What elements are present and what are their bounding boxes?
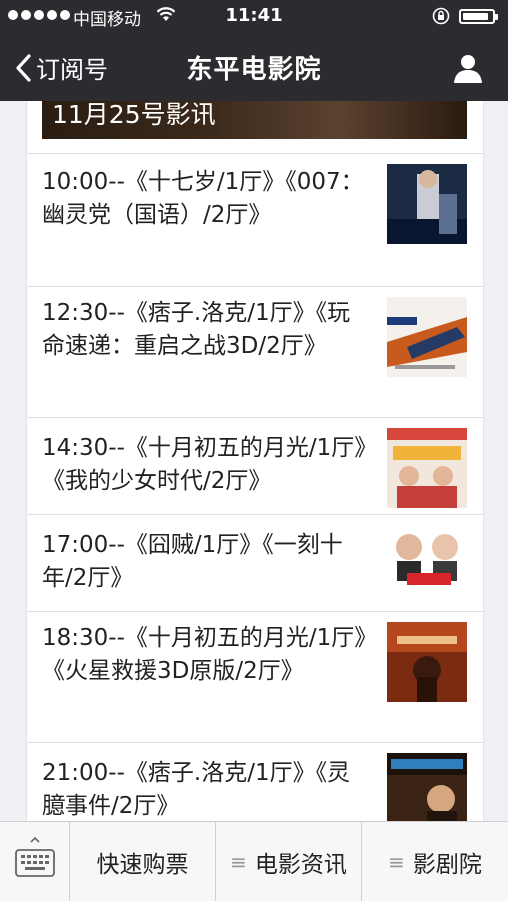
menu-label: 快速购票 — [96, 851, 189, 878]
keyboard-toggle-button[interactable] — [0, 822, 70, 901]
movie-poster-image[interactable] — [387, 753, 467, 821]
bottom-menu: 快速购票 ≡ 电影资讯 ≡ 影剧院 — [0, 821, 508, 901]
schedule-text: 21:00--《痞子.洛克/1厅》《灵臆事件/2厅》 — [42, 760, 351, 819]
rotation-lock-icon — [432, 7, 450, 25]
schedule-text: 18:30--《十月初五的月光/1厅》《火星救援3D原版/2厅》 — [42, 625, 366, 684]
schedule-row: 17:00--《囧贼/1厅》《一刻十年/2厅》 — [27, 514, 483, 612]
menu-label: 电影资讯 — [254, 851, 347, 878]
movie-poster-image[interactable] — [387, 297, 467, 377]
menu-quick-ticket[interactable]: 快速购票 — [70, 822, 216, 901]
submenu-lines-icon: ≡ — [388, 849, 405, 874]
menu-label: 影剧院 — [412, 851, 482, 878]
movie-poster-image[interactable] — [387, 622, 467, 702]
schedule-text: 10:00--《十七岁/1厅》《007：幽灵党（国语）/2厅》 — [42, 169, 364, 228]
submenu-lines-icon: ≡ — [230, 849, 247, 874]
menu-movie-news[interactable]: ≡ 电影资讯 — [216, 822, 362, 901]
battery-level — [463, 13, 489, 20]
keyboard-icon — [15, 836, 55, 877]
menu-theater[interactable]: ≡ 影剧院 — [362, 822, 508, 901]
schedule-text: 12:30--《痞子.洛克/1厅》《玩命速递：重启之战3D/2厅》 — [42, 300, 351, 359]
battery-icon — [459, 9, 498, 24]
banner-title: 11月25号影讯 — [52, 101, 216, 129]
banner-image: 11月25号影讯 — [42, 101, 467, 139]
schedule-row: 12:30--《痞子.洛克/1厅》《玩命速递：重启之战3D/2厅》 — [27, 286, 483, 418]
schedule-row: 18:30--《十月初五的月光/1厅》《火星救援3D原版/2厅》 — [27, 611, 483, 743]
navigation-bar: 订阅号 东平电影院 — [0, 34, 508, 101]
status-bar: 中国移动 11:41 — [0, 0, 508, 34]
movie-poster-image[interactable] — [387, 428, 467, 508]
profile-icon[interactable] — [452, 52, 484, 84]
schedule-row: 14:30--《十月初五的月光/1厅》《我的少女时代/2厅》 — [27, 417, 483, 515]
movie-poster-image[interactable] — [387, 164, 467, 244]
movie-poster-image[interactable] — [387, 523, 467, 603]
page-title: 东平电影院 — [186, 55, 322, 85]
top-bar: 中国移动 11:41 订阅号 东平电影院 — [0, 0, 508, 101]
schedule-text: 17:00--《囧贼/1厅》《一刻十年/2厅》 — [42, 532, 343, 591]
schedule-text: 14:30--《十月初五的月光/1厅》《我的少女时代/2厅》 — [42, 435, 366, 494]
schedule-row: 10:00--《十七岁/1厅》《007：幽灵党（国语）/2厅》 — [27, 153, 483, 287]
article-content: 11月25号影讯 10:00--《十七岁/1厅》《007：幽灵党（国语）/2厅》… — [26, 101, 484, 821]
schedule-row: 21:00--《痞子.洛克/1厅》《灵臆事件/2厅》 — [27, 742, 483, 821]
